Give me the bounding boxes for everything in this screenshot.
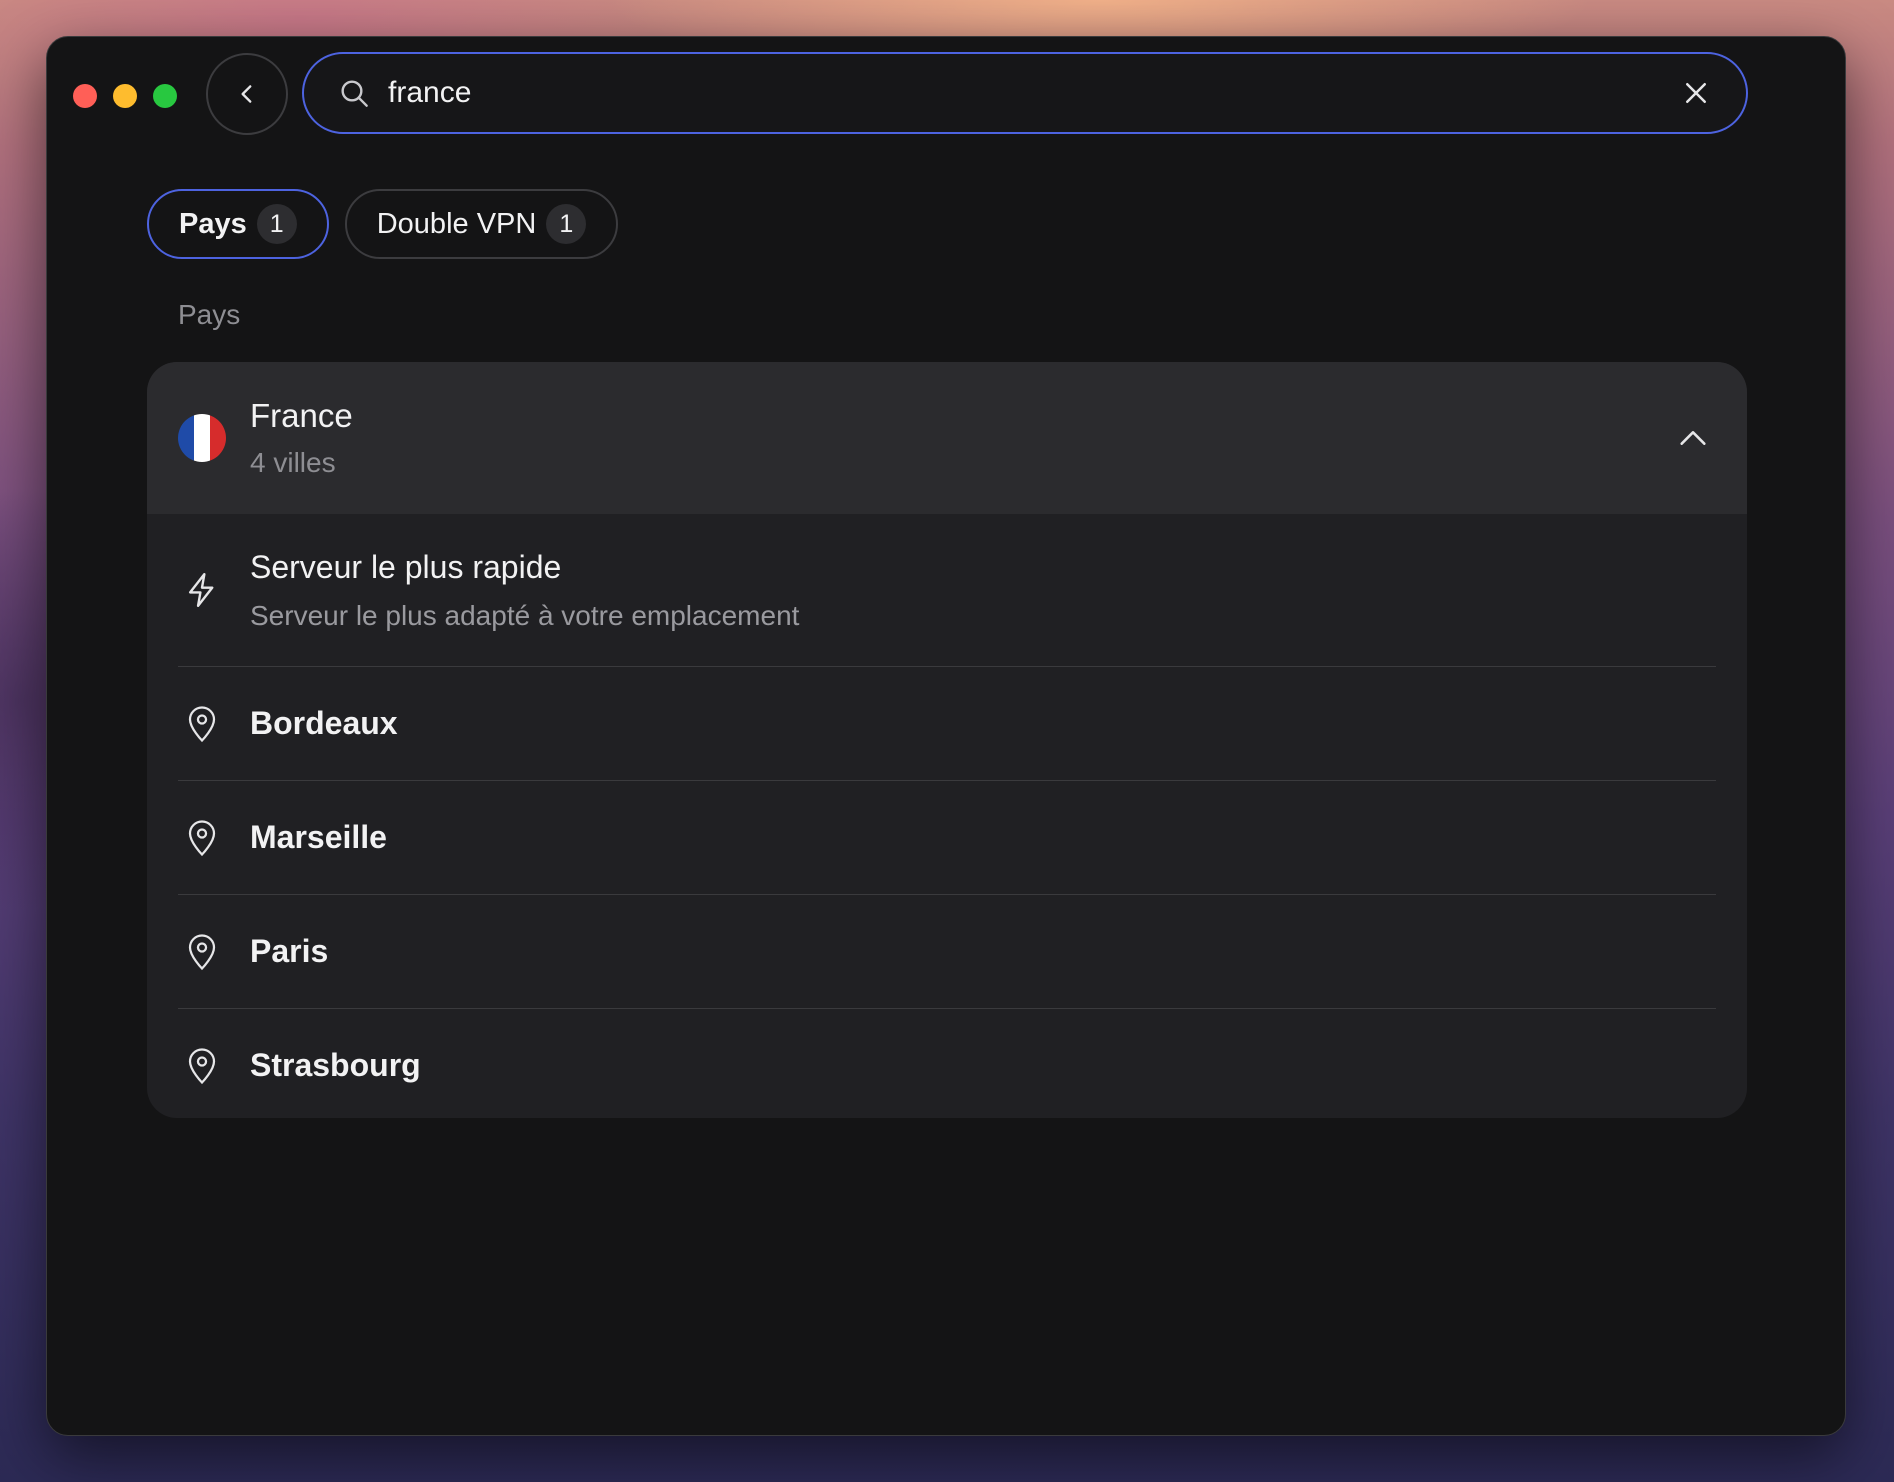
list-item-city[interactable]: Strasbourg [178, 1008, 1716, 1118]
filter-tab-pays[interactable]: Pays 1 [147, 189, 329, 259]
location-pin-icon [178, 1042, 226, 1090]
city-count: 4 villes [250, 447, 336, 478]
city-name: Paris [250, 933, 329, 969]
lightning-icon [178, 566, 226, 614]
chevron-up-icon [1680, 431, 1706, 445]
location-pin-icon [178, 700, 226, 748]
city-name: Strasbourg [250, 1047, 421, 1083]
filter-count-badge: 1 [546, 204, 587, 244]
list-item-city[interactable]: Marseille [178, 780, 1716, 894]
clear-search-button[interactable] [1676, 73, 1716, 113]
app-window: Pays 1 Double VPN 1 Pays France 4 villes [46, 36, 1846, 1436]
chevron-left-icon [241, 85, 252, 103]
minimize-window-button[interactable] [113, 84, 137, 108]
filter-tab-double-vpn[interactable]: Double VPN 1 [344, 189, 619, 259]
server-list: Serveur le plus rapide Serveur le plus a… [147, 514, 1747, 1118]
filter-tab-label: Pays [179, 207, 247, 240]
filter-tabs: Pays 1 Double VPN 1 [147, 189, 619, 259]
country-name: France [250, 397, 353, 434]
close-window-button[interactable] [73, 84, 97, 108]
list-item-title: Serveur le plus rapide [250, 548, 562, 585]
city-name: Marseille [250, 819, 387, 855]
location-pin-icon [178, 814, 226, 862]
search-icon [338, 77, 370, 109]
city-name: Bordeaux [250, 705, 398, 741]
list-item-fastest-server[interactable]: Serveur le plus rapide Serveur le plus a… [178, 514, 1716, 666]
location-pin-icon [178, 928, 226, 976]
list-item-subtitle: Serveur le plus adapté à votre emplaceme… [250, 599, 800, 631]
filter-tab-label: Double VPN [376, 207, 537, 240]
search-bar [302, 52, 1748, 134]
country-row-france[interactable]: France 4 villes [147, 362, 1747, 514]
country-card: France 4 villes Serveur le plus rapide S… [147, 362, 1747, 1118]
list-item-city[interactable]: Bordeaux [178, 666, 1716, 780]
list-item-city[interactable]: Paris [178, 894, 1716, 1008]
back-button[interactable] [206, 53, 288, 135]
filter-count-badge: 1 [256, 204, 297, 244]
window-controls [73, 84, 177, 108]
close-icon [1686, 83, 1706, 103]
search-input[interactable] [388, 63, 1676, 123]
collapse-button[interactable] [1673, 418, 1713, 458]
section-heading: Pays [178, 299, 241, 330]
zoom-window-button[interactable] [153, 84, 177, 108]
france-flag-icon [178, 414, 226, 462]
